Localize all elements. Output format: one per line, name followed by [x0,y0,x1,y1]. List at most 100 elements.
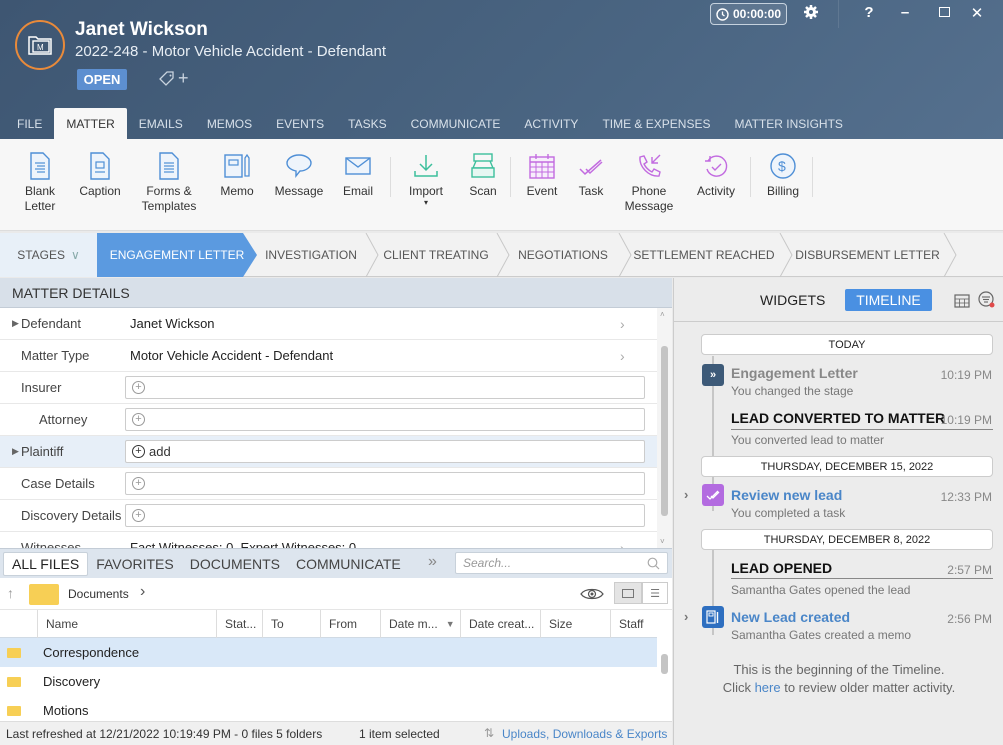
help-button[interactable]: ? [859,4,879,21]
tab-time-expenses[interactable]: TIME & EXPENSES [590,108,722,139]
detail-row-witnesses[interactable]: Witnesses Fact Witnesses: 0, Expert Witn… [0,532,657,549]
maximize-button[interactable] [934,4,954,21]
tab-widgets[interactable]: WIDGETS [760,292,825,308]
detail-value[interactable]: Janet Wickson [130,316,215,331]
activity-button[interactable]: Activity [694,151,738,199]
add-circle-icon[interactable]: + [132,413,145,426]
add-circle-icon[interactable]: + [132,509,145,522]
expand-icon[interactable]: ▶ [12,446,19,457]
minimize-button[interactable]: – [895,4,915,21]
billing-label: Billing [766,184,799,198]
files-search-input[interactable]: Search... [455,552,668,574]
preview-eye-icon[interactable] [580,587,604,601]
forms-templates-button[interactable]: Forms & Templates [141,151,197,214]
tab-all-files[interactable]: ALL FILES [3,551,89,576]
tab-documents[interactable]: DOCUMENTS [182,552,288,576]
column-size[interactable]: Size [540,610,610,638]
add-circle-icon[interactable]: + [132,381,145,394]
billing-button[interactable]: $ Billing [764,151,802,199]
expand-icon[interactable]: ▶ [12,318,19,329]
calendar-icon[interactable] [954,292,970,308]
chevron-right-icon[interactable]: › [620,348,625,364]
tab-tasks[interactable]: TASKS [336,108,398,139]
column-from[interactable]: From [320,610,380,638]
uploads-downloads-link[interactable]: Uploads, Downloads & Exports [502,727,667,741]
import-dropdown-icon[interactable]: ▾ [405,199,447,207]
scroll-down-icon[interactable]: ˅ [660,537,665,546]
column-date-created[interactable]: Date creat... [460,610,540,638]
up-arrow-icon[interactable]: ↑ [7,585,14,601]
timer-button[interactable]: 00:00:00 [710,3,787,25]
insurer-field[interactable]: + [125,376,645,399]
tab-favorites[interactable]: FAVORITES [88,552,182,576]
filter-icon[interactable] [978,291,996,309]
memo-button[interactable]: Memo [217,151,257,199]
status-badge[interactable]: OPEN [77,69,127,90]
tab-file[interactable]: FILE [5,108,54,139]
tab-timeline[interactable]: TIMELINE [845,289,932,311]
gear-icon [804,5,818,19]
tab-matter[interactable]: MATTER [54,108,127,139]
detail-label: Case Details [21,476,95,491]
task-button[interactable]: Task [576,151,606,199]
column-to[interactable]: To [262,610,320,638]
more-tabs-icon[interactable]: » [428,553,437,571]
timeline-entry-title[interactable]: Review new lead [731,487,842,503]
breadcrumb-chevron-icon[interactable]: › [140,583,145,601]
scroll-up-icon[interactable]: ˄ [660,310,665,319]
tab-matter-insights[interactable]: MATTER INSIGHTS [722,108,854,139]
blank-letter-button[interactable]: Blank Letter [22,151,58,214]
email-button[interactable]: Email [341,151,375,199]
tab-events[interactable]: EVENTS [264,108,336,139]
column-name[interactable]: Name [37,610,216,638]
caption-button[interactable]: Caption [77,151,123,199]
plaintiff-add-label[interactable]: add [149,444,171,459]
files-scrollbar[interactable] [657,610,672,721]
close-button[interactable]: ✕ [967,4,987,22]
file-row[interactable]: Discovery [0,667,657,696]
tab-memos[interactable]: MEMOS [195,108,264,139]
chevron-right-icon[interactable]: › [620,540,625,549]
detail-label: Insurer [21,380,62,395]
timeline-entry-sub: Samantha Gates created a memo [731,628,912,642]
event-button[interactable]: Event [524,151,560,199]
plaintiff-field[interactable]: + add [125,440,645,463]
add-circle-icon[interactable]: + [132,477,145,490]
detail-value[interactable]: Motor Vehicle Accident - Defendant [130,348,333,363]
folder-view-button[interactable] [614,582,642,604]
tab-emails[interactable]: EMAILS [127,108,195,139]
files-list: Correspondence Discovery Motions [0,638,657,721]
discovery-details-field[interactable]: + [125,504,645,527]
list-view-button[interactable]: ☰ [642,582,668,604]
tab-activity[interactable]: ACTIVITY [512,108,590,139]
settings-button[interactable] [801,4,821,24]
tab-communicate[interactable]: COMMUNICATE [399,108,513,139]
column-status[interactable]: Stat... [216,610,262,638]
detail-value[interactable]: Fact Witnesses: 0, Expert Witnesses: 0 [130,540,356,548]
client-name: Janet Wickson [75,19,208,40]
files-scroll-thumb[interactable] [661,654,668,674]
breadcrumb-documents[interactable]: Documents [68,587,129,601]
case-details-field[interactable]: + [125,472,645,495]
column-staff[interactable]: Staff [610,610,657,638]
message-button[interactable]: Message [274,151,324,199]
expand-entry-icon[interactable]: › [684,609,688,624]
detail-row-matter-type[interactable]: Matter Type Motor Vehicle Accident - Def… [0,340,657,372]
scan-button[interactable]: Scan [466,151,500,199]
expand-entry-icon[interactable]: › [684,487,688,502]
details-scrollbar[interactable]: ˄ ˅ [657,308,672,548]
add-tag-button[interactable]: + [158,68,189,89]
add-circle-icon[interactable]: + [132,445,145,458]
older-activity-link[interactable]: here [755,680,781,695]
column-date-modified[interactable]: Date m... ▼ [380,610,460,638]
details-scroll-thumb[interactable] [661,346,668,516]
attorney-field[interactable]: + [125,408,645,431]
file-name: Discovery [43,674,101,689]
phone-message-button[interactable]: Phone Message [624,151,674,214]
file-row[interactable]: Correspondence [0,638,657,667]
timeline-entry-title[interactable]: New Lead created [731,609,850,625]
chevron-right-icon[interactable]: › [620,316,625,332]
detail-row-defendant[interactable]: ▶ Defendant Janet Wickson › [0,308,657,340]
tab-communicate-files[interactable]: COMMUNICATE [288,552,409,576]
import-button[interactable]: Import ▾ [405,151,447,207]
